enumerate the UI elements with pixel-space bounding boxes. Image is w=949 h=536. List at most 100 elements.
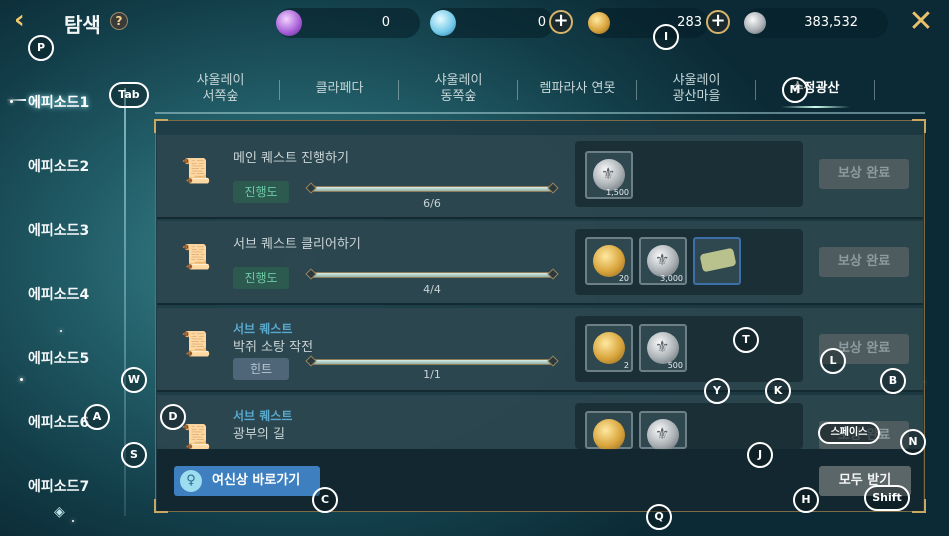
reward-qty: 2: [623, 361, 629, 370]
active-indicator: [6, 99, 26, 101]
reward-item-silver[interactable]: [639, 411, 687, 451]
progress-text: 1/1: [423, 368, 441, 381]
reward-qty: 20: [618, 274, 629, 283]
quest-panel: 📜 메인 퀘스트 진행하기 진행도 6/6 1,500 보상 완료 📜 서브 퀘…: [154, 119, 926, 513]
hint-badge[interactable]: 힌트: [233, 358, 289, 380]
hotkey-p: P: [28, 35, 54, 61]
tab-label: 렘파라사 연못: [539, 81, 616, 96]
reward-claimed-button[interactable]: 보상 완료: [819, 159, 909, 189]
quest-title: 서브 퀘스트 클리어하기: [233, 237, 361, 252]
reward-item-silver[interactable]: 3,000: [639, 237, 687, 285]
hotkey-b: B: [880, 368, 906, 394]
sidebar-item-episode-2[interactable]: 에피소드2: [28, 156, 89, 176]
gold-coin-icon: [593, 245, 625, 277]
progress-fill: [312, 273, 552, 277]
resource-value: 283: [677, 15, 702, 30]
close-icon[interactable]: ✕: [906, 7, 936, 38]
reward-item-gold[interactable]: [585, 411, 633, 451]
quest-title: 메인 퀘스트 진행하기: [233, 151, 349, 166]
sparkle: [20, 378, 23, 381]
add-crystal-button[interactable]: +: [549, 10, 573, 34]
corner-ornament: [154, 119, 168, 133]
goddess-statue-icon: ♀: [180, 470, 202, 492]
resource-value: 0: [537, 15, 546, 30]
tab-label: 샤울레이 동쪽숲: [434, 73, 483, 104]
resource-blue-crystal: 0: [430, 8, 554, 38]
sparkle: [60, 330, 62, 332]
resource-gold-coin: 283: [588, 8, 708, 38]
tab-region-4[interactable]: 렘파라사 연못: [518, 68, 637, 110]
hotkey-h: H: [793, 487, 819, 513]
goddess-statue-shortcut-button[interactable]: ♀ 여신상 바로가기: [174, 466, 320, 496]
resource-value: 383,532: [804, 15, 858, 30]
hotkey-w: W: [121, 367, 147, 393]
quest-category: 서브 퀘스트: [233, 322, 293, 336]
reward-qty: 500: [667, 361, 683, 370]
reward-claimed-button[interactable]: 보상 완료: [819, 247, 909, 277]
quest-title: 박쥐 소탕 작전: [233, 340, 314, 355]
blue-crystal-icon: [430, 10, 456, 36]
sidebar-item-episode-6[interactable]: 에피소드6: [28, 412, 89, 432]
reward-item-gold[interactable]: 20: [585, 237, 633, 285]
hotkey-tab: Tab: [109, 82, 149, 108]
sidebar-item-episode-5[interactable]: 에피소드5: [28, 348, 89, 368]
reward-item-scroll[interactable]: [693, 237, 741, 285]
hotkey-q: Q: [646, 504, 672, 530]
scroll-down-icon[interactable]: ◈: [54, 504, 65, 520]
resource-value: 0: [381, 15, 390, 30]
purple-gem-icon: [276, 10, 302, 36]
help-icon[interactable]: ?: [110, 12, 128, 30]
reward-item-silver[interactable]: 1,500: [585, 151, 633, 199]
quest-row: 📜 서브 퀘스트 광부의 길 보상 완료: [157, 395, 923, 451]
sidebar-item-episode-4[interactable]: 에피소드4: [28, 284, 89, 304]
progress-badge: 진행도: [233, 267, 289, 289]
back-icon[interactable]: ‹: [14, 7, 36, 35]
reward-qty: 3,000: [660, 274, 683, 283]
quest-scroll-question-icon: 📜: [181, 243, 211, 271]
quest-row: 📜 메인 퀘스트 진행하기 진행도 6/6 1,500 보상 완료: [157, 135, 923, 219]
progress-text: 6/6: [423, 197, 441, 210]
silver-coin-icon: [647, 419, 679, 451]
tab-region-3[interactable]: 샤울레이 동쪽숲: [399, 68, 518, 110]
tab-separator: [874, 80, 875, 100]
reward-item-gold[interactable]: 2: [585, 324, 633, 372]
tab-label: 샤울레이 광산마을: [672, 73, 721, 104]
silver-coin-icon: [593, 159, 625, 191]
page-title: 탐색: [64, 13, 101, 37]
progress-text: 4/4: [423, 283, 441, 296]
hotkey-d: D: [160, 404, 186, 430]
tab-region-1[interactable]: 샤울레이 서쪽숲: [161, 68, 280, 110]
sidebar-item-episode-7[interactable]: 에피소드7: [28, 476, 89, 496]
hotkey-space: 스페이스: [818, 422, 880, 444]
quest-category: 서브 퀘스트: [233, 409, 293, 423]
progress-bar: [305, 182, 559, 195]
quest-scroll-question-icon: 📜: [181, 330, 211, 358]
resource-purple-gem: 0: [276, 8, 420, 38]
hotkey-l: L: [820, 348, 846, 374]
tab-underline: [155, 112, 925, 114]
progress-badge: 진행도: [233, 181, 289, 203]
sidebar-item-episode-1[interactable]: 에피소드1: [28, 92, 89, 112]
progress-bar: [305, 355, 559, 368]
tab-region-2[interactable]: 클라페다: [280, 68, 399, 110]
gold-coin-icon: [593, 332, 625, 364]
tab-region-6[interactable]: 수정광산: [756, 68, 875, 110]
reward-item-silver[interactable]: 500: [639, 324, 687, 372]
silver-coin-icon: [647, 332, 679, 364]
quest-row: 📜 서브 퀘스트 클리어하기 진행도 4/4 20 3,000 보상 완료: [157, 221, 923, 305]
gold-coin-icon: [588, 12, 610, 34]
reward-box: 20 3,000: [575, 229, 803, 295]
hotkey-t: T: [733, 327, 759, 353]
hotkey-s: S: [121, 442, 147, 468]
reward-box: 1,500: [575, 141, 803, 207]
gold-coin-icon: [593, 419, 625, 451]
sidebar-item-episode-3[interactable]: 에피소드3: [28, 220, 89, 240]
scroll-icon: [699, 247, 737, 273]
hotkey-n: N: [900, 429, 926, 455]
add-gold-button[interactable]: +: [706, 10, 730, 34]
hotkey-i: I: [653, 24, 679, 50]
tab-label: 샤울레이 서쪽숲: [196, 73, 245, 104]
quest-scroll-check-icon: 📜: [181, 157, 211, 185]
tab-region-5[interactable]: 샤울레이 광산마을: [637, 68, 756, 110]
top-bar: ‹ 탐색 ? 0 0 + 283 + 383,532 ✕: [0, 0, 949, 46]
